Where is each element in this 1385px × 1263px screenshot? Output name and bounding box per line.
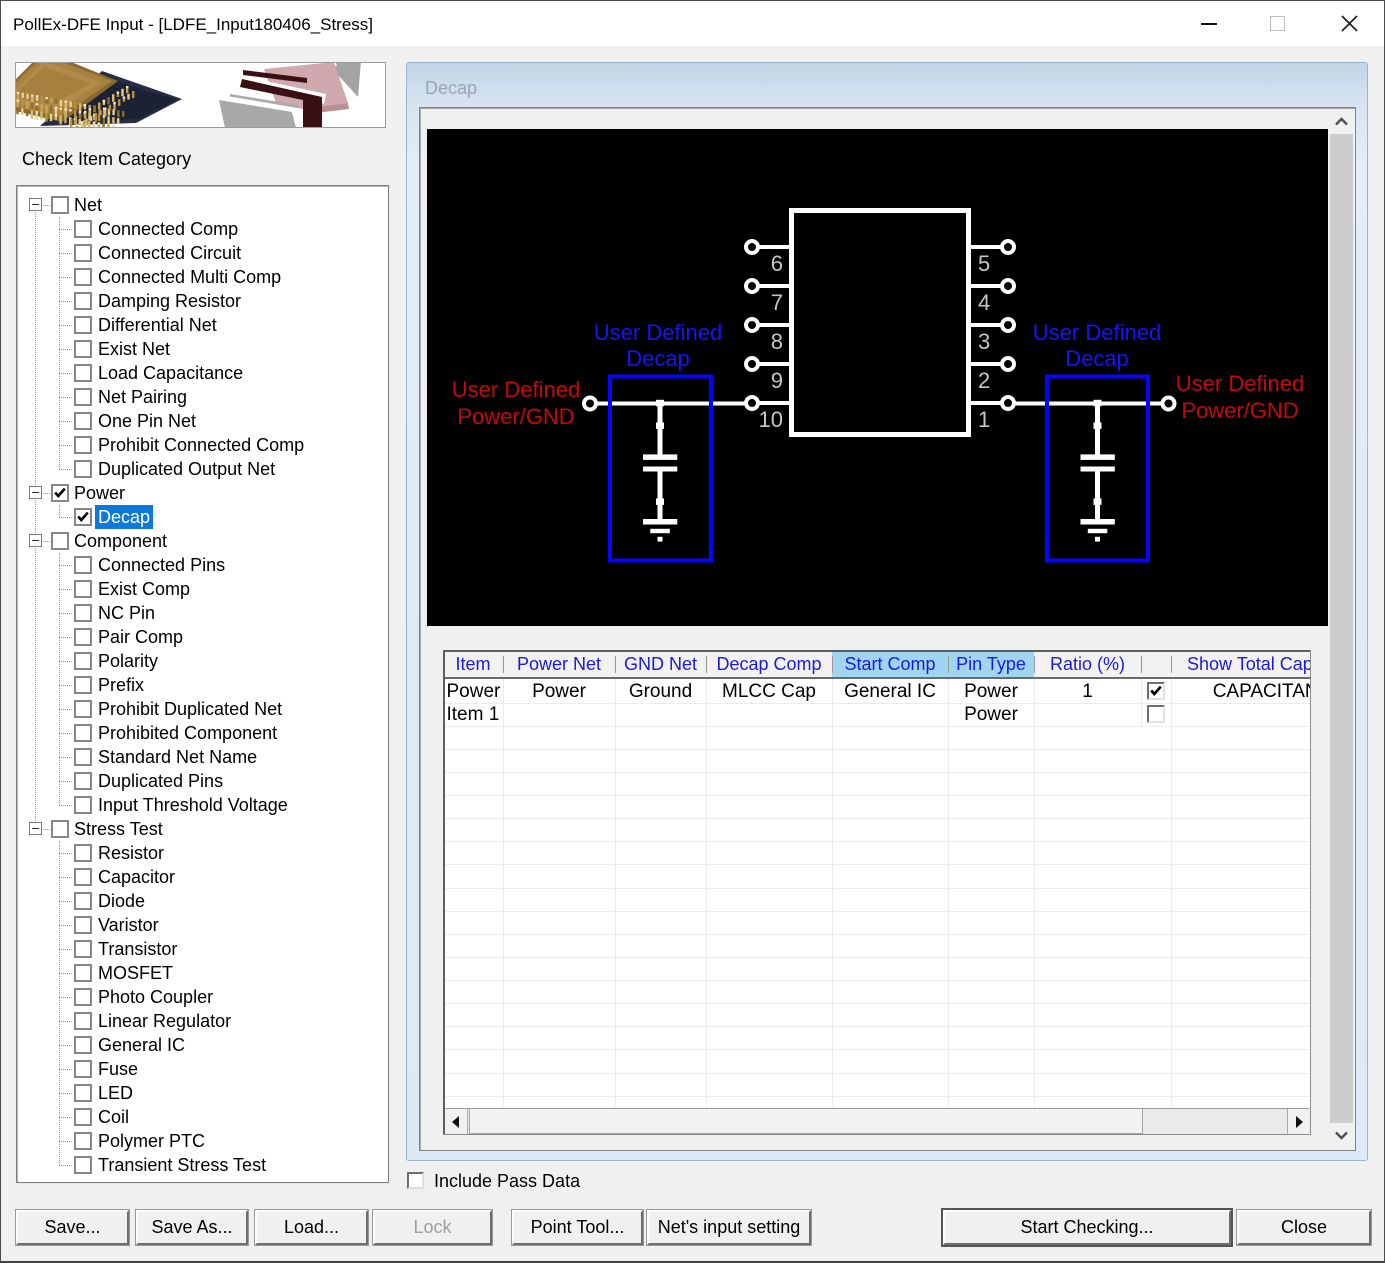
svg-text:9: 9 [771, 368, 783, 393]
svg-text:User Defined: User Defined [1176, 371, 1304, 396]
svg-text:3: 3 [978, 329, 990, 354]
svg-text:7: 7 [771, 290, 783, 315]
svg-text:User Defined: User Defined [452, 377, 580, 402]
svg-text:1: 1 [978, 407, 990, 432]
svg-text:User Defined: User Defined [1033, 320, 1161, 345]
svg-text:Power/GND: Power/GND [1181, 398, 1298, 423]
svg-text:2: 2 [978, 368, 990, 393]
svg-text:4: 4 [978, 290, 990, 315]
svg-text:5: 5 [978, 251, 990, 276]
svg-text:6: 6 [771, 251, 783, 276]
svg-text:Decap: Decap [626, 346, 690, 371]
svg-text:Decap: Decap [1065, 346, 1129, 371]
svg-text:10: 10 [759, 407, 783, 432]
svg-text:Power/GND: Power/GND [457, 404, 574, 429]
svg-text:8: 8 [771, 329, 783, 354]
svg-text:User Defined: User Defined [594, 320, 722, 345]
